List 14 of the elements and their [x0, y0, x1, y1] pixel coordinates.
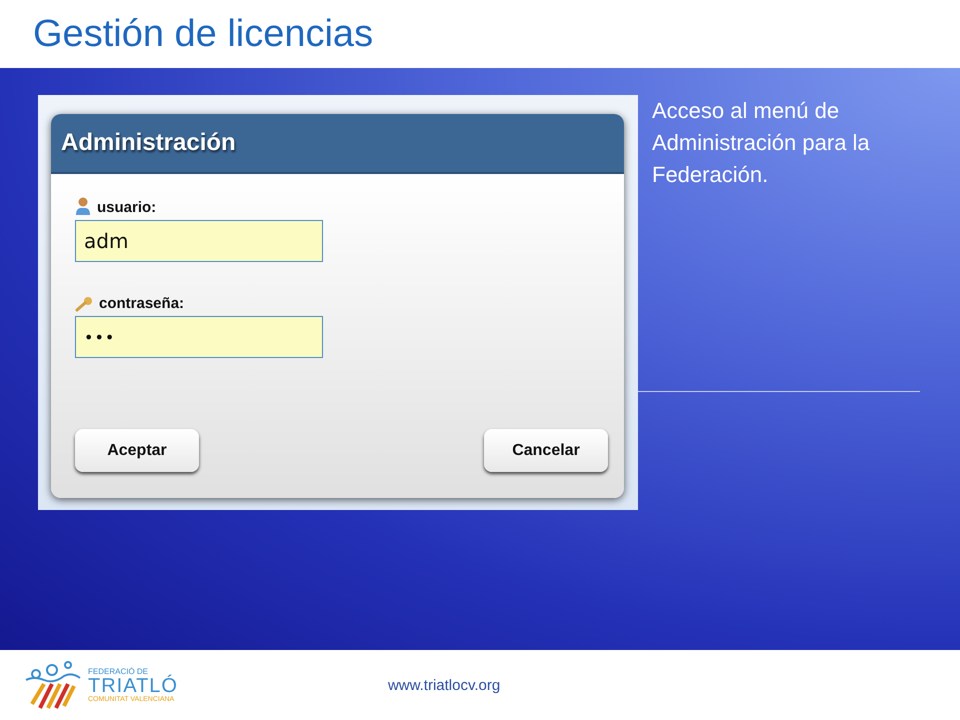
user-icon — [75, 196, 91, 216]
logo-wordmark: TRIATLÓ — [88, 676, 178, 696]
cancel-button[interactable]: Cancelar — [484, 429, 608, 472]
slide-title: Gestión de licencias — [33, 12, 374, 56]
dialog-title: Administración — [61, 129, 236, 157]
field-label: usuario: — [97, 199, 156, 216]
key-icon — [75, 296, 93, 312]
password-field[interactable]: ••• — [75, 316, 323, 358]
slide-note: Acceso al menú de Administración para la Federación. — [652, 97, 871, 189]
username-field[interactable]: adm — [75, 220, 323, 262]
field-label: contraseña: — [99, 295, 184, 312]
logo-text: FEDERACIÓ DE — [88, 668, 148, 676]
accept-button[interactable]: Aceptar — [75, 429, 199, 472]
website-link[interactable]: www.triatlocv.org — [388, 676, 500, 694]
